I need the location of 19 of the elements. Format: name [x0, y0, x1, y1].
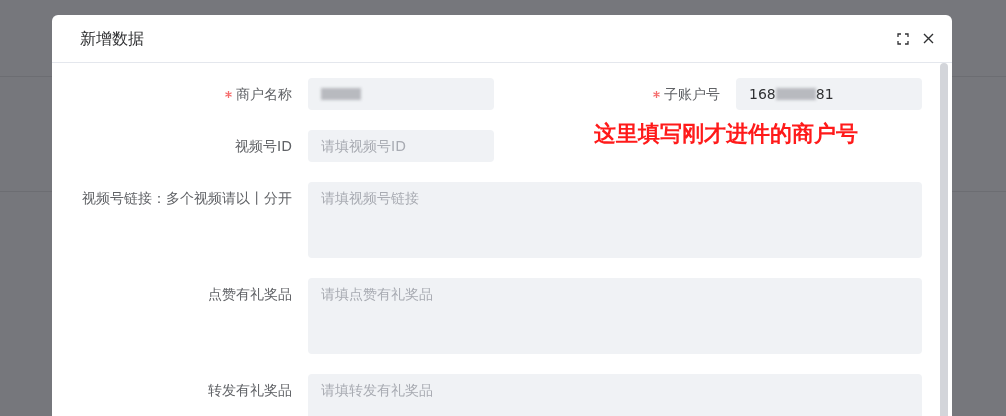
fullscreen-icon[interactable] [897, 32, 909, 45]
textarea-field[interactable]: 请填点赞有礼奖品 [308, 278, 922, 354]
input-field[interactable] [308, 78, 494, 110]
field-label: 子账户号 [664, 84, 720, 104]
dialog-title: 新增数据 [80, 27, 144, 50]
field-label: 点赞有礼奖品 [208, 284, 292, 304]
input-field[interactable]: 168 81 [736, 78, 922, 110]
annotation-text: 这里填写刚才进件的商户号 [594, 119, 858, 148]
textarea-field[interactable]: 请填转发有礼奖品 [308, 374, 922, 416]
scrollbar-thumb[interactable] [940, 63, 948, 416]
field-value: 81 [815, 84, 834, 104]
field-label: 商户名称 [236, 84, 292, 104]
close-icon[interactable] [923, 33, 934, 44]
input-field[interactable]: 请填视频号ID [308, 130, 494, 162]
field-label: 转发有礼奖品 [208, 380, 292, 400]
field-label: 视频号ID [235, 136, 292, 156]
field-label: 视频号链接：多个视频请以丨分开 [82, 188, 292, 208]
field-value: 168 [749, 84, 776, 104]
textarea-field[interactable]: 请填视频号链接 [308, 182, 922, 258]
